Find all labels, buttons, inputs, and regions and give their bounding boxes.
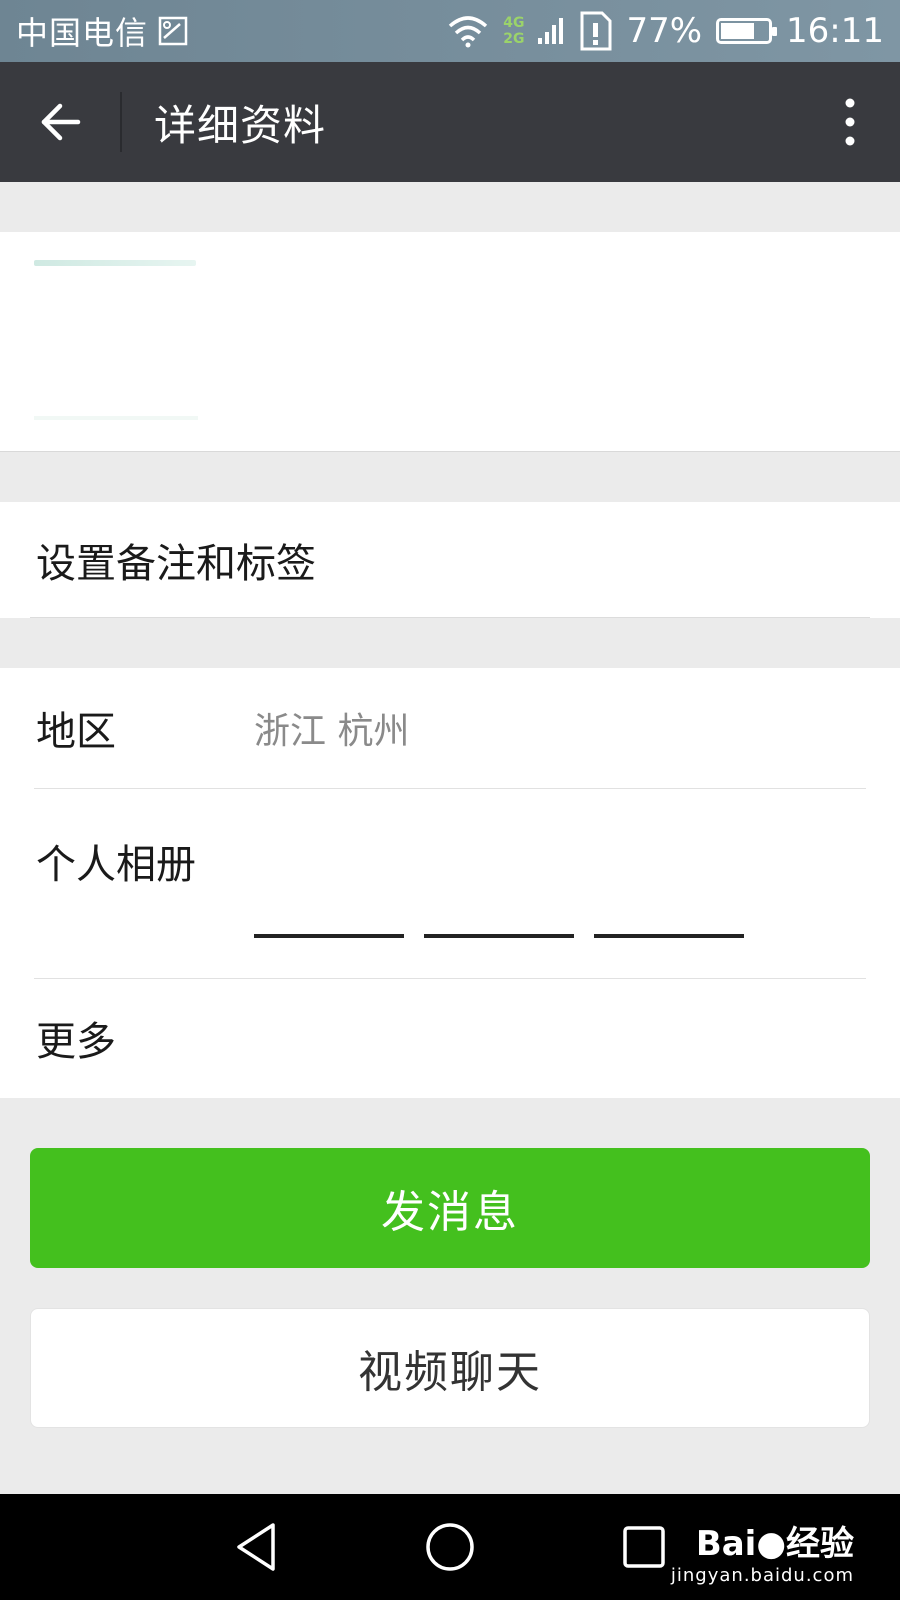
album-thumbnail[interactable]	[254, 934, 404, 938]
image-notification-icon	[158, 16, 188, 46]
carrier-name: 中国电信	[16, 14, 149, 52]
more-label: 更多	[36, 1019, 116, 1065]
watermark-site: jingyan.baidu.com	[670, 1565, 854, 1586]
page-title: 详细资料	[154, 100, 327, 150]
more-options-button[interactable]	[810, 62, 890, 182]
nav-back-button[interactable]	[224, 1515, 288, 1579]
more-row[interactable]: 更多	[0, 978, 900, 1098]
network-type-top: 4G	[503, 15, 525, 31]
personal-album-label: 个人相册	[36, 842, 196, 888]
back-button[interactable]	[0, 62, 120, 182]
clock: 16:11	[786, 11, 884, 51]
region-row: 地区 浙江 杭州	[0, 668, 900, 788]
signal-icon	[538, 18, 564, 44]
battery-percent: 77%	[626, 11, 703, 51]
watermark-brand: Bai●经验	[695, 1524, 854, 1564]
album-thumbnail[interactable]	[424, 934, 574, 938]
nav-recents-button[interactable]	[612, 1515, 676, 1579]
battery-fill	[721, 23, 755, 39]
baidu-jingyan-watermark: Bai●经验 jingyan.baidu.com	[671, 1516, 854, 1586]
region-label: 地区	[36, 709, 116, 755]
circle-home-icon	[426, 1523, 474, 1571]
status-icons: 4G 2G 77% 16:11	[447, 11, 884, 51]
set-remark-tags-label: 设置备注和标签	[36, 541, 316, 587]
network-type-bottom: 2G	[503, 31, 525, 47]
info-section: 地区 浙江 杭州 个人相册 更多	[0, 668, 900, 1098]
status-bar: 中国电信 4G 2G 77% 16:11	[0, 0, 900, 62]
title-divider	[120, 92, 122, 152]
personal-album-row[interactable]: 个人相册	[0, 788, 900, 978]
battery-icon	[716, 18, 778, 44]
back-arrow-icon	[41, 103, 81, 141]
set-remark-tags-row[interactable]: 设置备注和标签	[0, 502, 900, 618]
album-thumbnail[interactable]	[594, 934, 744, 938]
square-recents-icon	[623, 1526, 665, 1568]
profile-card	[0, 232, 900, 452]
avatar[interactable]	[34, 260, 198, 424]
avatar-bottom-edge	[34, 416, 198, 420]
title-bar: 详细资料	[0, 62, 900, 182]
avatar-top-edge	[34, 260, 196, 266]
more-vertical-icon	[845, 98, 855, 146]
region-value: 浙江 杭州	[254, 711, 410, 752]
video-chat-button[interactable]: 视频聊天	[30, 1308, 870, 1428]
album-thumbnails	[254, 934, 744, 938]
network-type-badge: 4G 2G	[503, 15, 524, 47]
wifi-icon	[449, 16, 488, 48]
system-nav-bar: Bai●经验 jingyan.baidu.com	[0, 1494, 900, 1600]
carrier-group: 中国电信	[16, 8, 188, 54]
send-message-button[interactable]: 发消息	[30, 1148, 870, 1268]
triangle-back-icon	[237, 1523, 275, 1571]
divider	[30, 617, 870, 618]
sim-alert-icon	[580, 11, 612, 51]
nav-home-button[interactable]	[418, 1515, 482, 1579]
